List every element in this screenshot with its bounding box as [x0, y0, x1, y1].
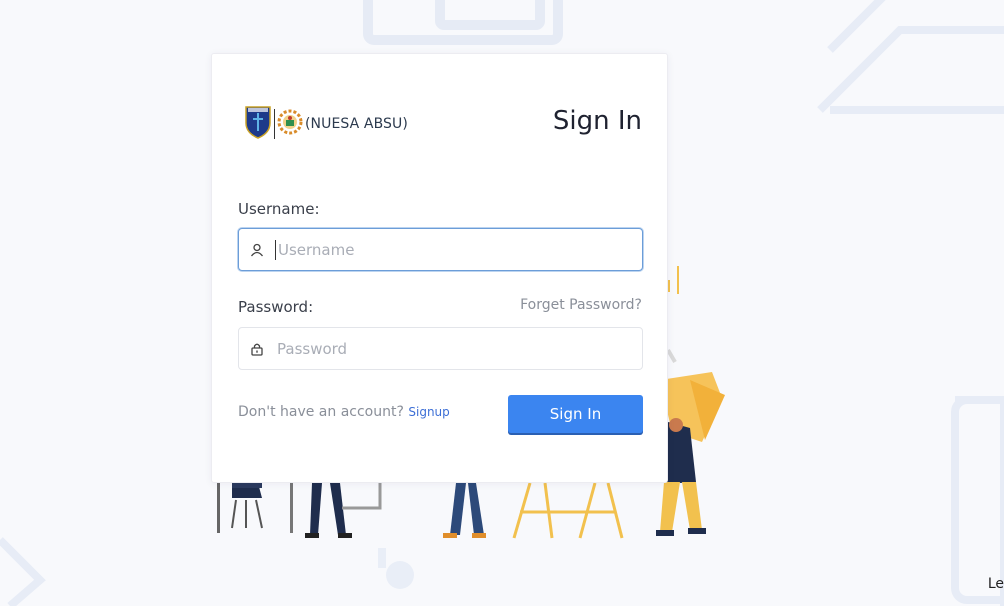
nuesa-gear-logo-icon: [277, 109, 303, 139]
no-account-text: Don't have an account?: [238, 404, 404, 420]
corner-text: Le: [987, 576, 1004, 592]
lock-icon: [239, 342, 275, 356]
forget-password-link[interactable]: Forget Password?: [520, 297, 642, 313]
sign-in-button[interactable]: Sign In: [508, 395, 643, 433]
sign-in-card: (NUESA ABSU) Sign In Username: Password:…: [211, 53, 668, 483]
signup-link[interactable]: Signup: [408, 405, 449, 419]
username-input[interactable]: [276, 234, 642, 265]
brand-logo: (NUESA ABSU): [244, 106, 408, 142]
university-crest-icon: [244, 105, 272, 143]
password-field[interactable]: [238, 327, 643, 370]
page-title: Sign In: [552, 106, 642, 136]
user-icon: [239, 243, 275, 257]
password-input[interactable]: [275, 333, 642, 364]
username-label: Username:: [238, 200, 320, 218]
password-label: Password:: [238, 298, 314, 316]
signup-prompt: Don't have an account? Signup: [238, 404, 450, 420]
brand-logo-text: (NUESA ABSU): [305, 116, 408, 132]
logo-divider: [274, 109, 275, 139]
username-field[interactable]: [238, 228, 643, 271]
